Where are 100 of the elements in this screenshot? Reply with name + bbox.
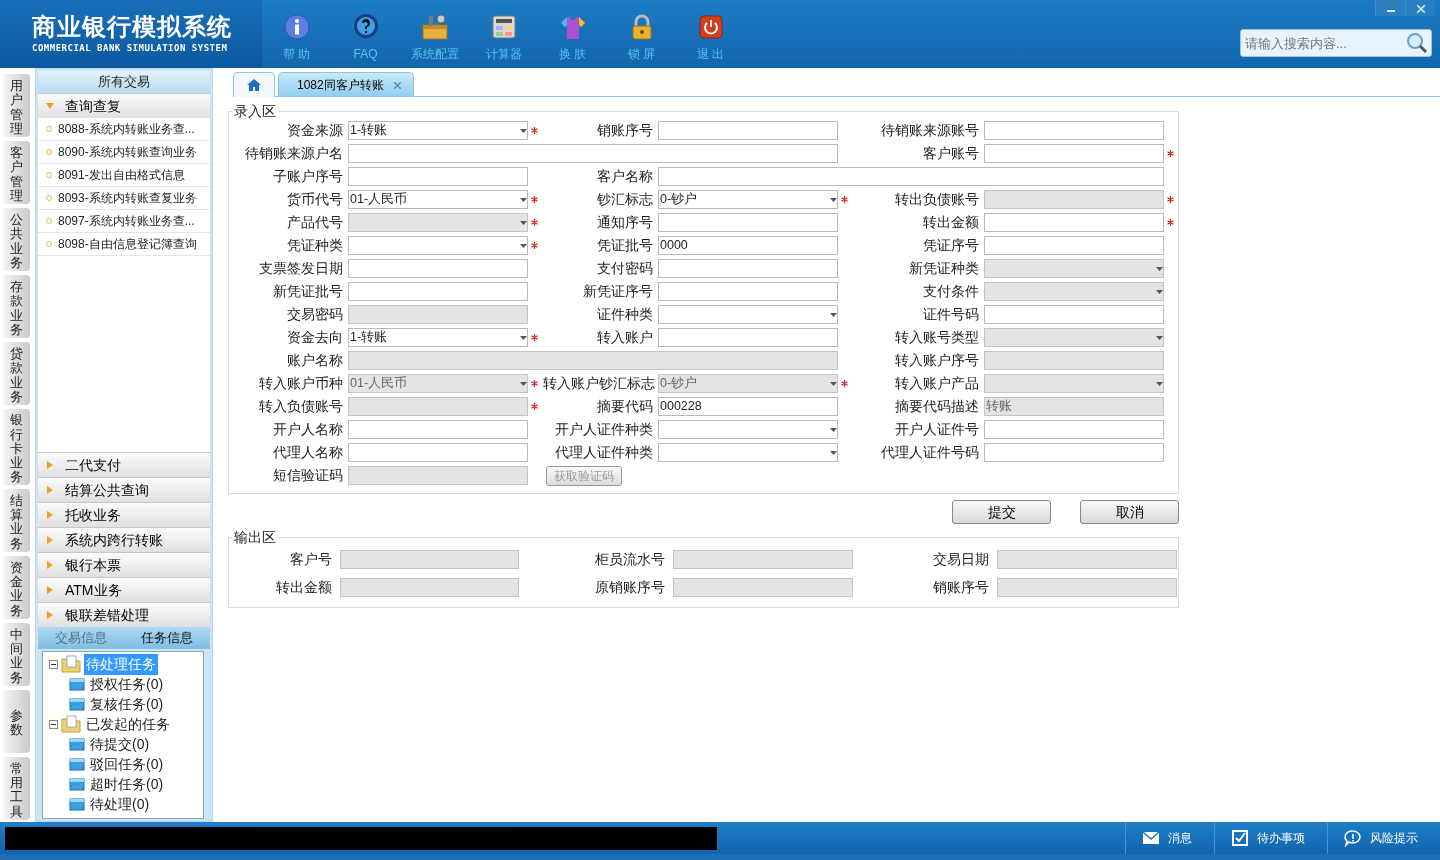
field-label: 摘要代码 — [596, 397, 654, 416]
dropdown-caret-icon — [1156, 381, 1163, 386]
text-field[interactable] — [984, 305, 1164, 324]
minimize-button[interactable] — [1375, 0, 1405, 16]
dropdown-field[interactable]: 1-转账 — [348, 328, 528, 347]
text-field[interactable] — [658, 167, 1164, 186]
text-field[interactable] — [348, 259, 528, 278]
dropdown-field[interactable]: 01-人民币 — [348, 190, 528, 209]
dropdown-caret-icon — [830, 427, 837, 432]
side-tab[interactable]: 公共业务 — [3, 208, 30, 272]
field-label: 新凭证序号 — [582, 282, 654, 301]
accordion-header[interactable]: 托收业务 — [38, 502, 210, 527]
tree-item[interactable]: 授权任务(0) — [88, 673, 166, 695]
action-button[interactable]: 提交 — [952, 500, 1051, 524]
app-title: 商业银行模拟系统 — [32, 12, 233, 42]
field-label: 销账序号 — [932, 577, 990, 597]
section-legend: 输出区 — [232, 529, 278, 545]
folder-icon — [69, 677, 85, 691]
text-field[interactable] — [348, 420, 528, 439]
field-label: 凭证批号 — [596, 236, 654, 255]
field-label: 交易日期 — [932, 549, 990, 569]
text-field[interactable] — [984, 443, 1164, 462]
side-tab[interactable]: 用户管理 — [3, 74, 30, 138]
field-label: 转入账户产品 — [894, 374, 980, 393]
side-tab[interactable]: 客户管理 — [3, 141, 30, 205]
field-label: 账户名称 — [286, 351, 344, 370]
side-tab[interactable]: 贷款业务 — [3, 342, 30, 406]
side-tab[interactable]: 存款业务 — [3, 275, 30, 339]
side-tab[interactable]: 结算业务 — [3, 488, 30, 552]
tree-item[interactable]: 待处理(0) — [88, 793, 152, 815]
accordion-header[interactable]: 银行本票 — [38, 552, 210, 577]
tree-item[interactable]: 复核任务(0) — [88, 693, 166, 715]
folder-icon — [69, 737, 85, 751]
collapse-toggle-icon[interactable] — [49, 719, 58, 729]
accordion-header[interactable]: ATM业务 — [38, 577, 210, 602]
field-label: 开户人名称 — [272, 420, 344, 439]
dropdown-field[interactable] — [658, 305, 838, 324]
text-field[interactable] — [984, 144, 1164, 163]
side-tab[interactable]: 资金业务 — [3, 555, 30, 619]
home-icon — [246, 78, 262, 92]
text-field[interactable] — [348, 144, 838, 163]
field-label: 支票签发日期 — [258, 259, 344, 278]
status-button[interactable]: 消息 — [1125, 822, 1214, 854]
text-field[interactable] — [658, 121, 838, 140]
dropdown-caret-icon — [520, 243, 527, 248]
side-tab[interactable]: 中间业务 — [3, 622, 30, 686]
side-tab[interactable]: 银行卡业务 — [3, 409, 30, 485]
search-icon[interactable] — [1406, 32, 1428, 54]
dropdown-field[interactable] — [348, 236, 528, 255]
text-field[interactable] — [348, 282, 528, 301]
action-button[interactable]: 取消 — [1080, 500, 1179, 524]
tree-item[interactable]: 驳回任务(0) — [88, 753, 166, 775]
side-tab[interactable]: 参数 — [3, 689, 30, 753]
dropdown-field[interactable] — [658, 443, 838, 462]
field-label: 待销账来源账号 — [880, 121, 980, 140]
close-icon[interactable] — [393, 81, 401, 89]
dropdown-caret-icon — [520, 335, 527, 340]
status-button[interactable]: 风险提示 — [1327, 822, 1440, 854]
dropdown-field[interactable] — [658, 420, 838, 439]
text-field[interactable] — [658, 282, 838, 301]
dropdown-caret-icon — [520, 381, 527, 386]
accordion-header[interactable]: 查询查复 — [38, 93, 210, 118]
text-field[interactable] — [658, 328, 838, 347]
field-label: 资金来源 — [286, 121, 344, 140]
side-tab[interactable]: 常用工具 — [3, 756, 30, 820]
text-field[interactable] — [348, 443, 528, 462]
field-label: 转入账户序号 — [894, 351, 980, 370]
dropdown-field[interactable]: 1-转账 — [348, 121, 528, 140]
panel-tab[interactable]: 任务信息 — [124, 627, 210, 649]
text-field[interactable] — [984, 420, 1164, 439]
text-field[interactable] — [658, 259, 838, 278]
close-button[interactable] — [1405, 0, 1435, 16]
field-label: 凭证序号 — [922, 236, 980, 255]
text-field[interactable] — [984, 213, 1164, 232]
accordion-header[interactable]: 结算公共查询 — [38, 477, 210, 502]
dropdown-caret-icon — [1156, 289, 1163, 294]
tree-item[interactable]: 待提交(0) — [88, 733, 152, 755]
envelope-icon — [1142, 829, 1160, 847]
accordion-header[interactable]: 系统内跨行转账 — [38, 527, 210, 552]
text-field[interactable]: 0000 — [658, 236, 838, 255]
field-label: 转入账户钞汇标志 — [543, 374, 656, 393]
tree-item[interactable]: 已发起的任务 — [84, 713, 172, 735]
page-tab[interactable]: 1082同客户转账 — [278, 72, 414, 97]
dropdown-caret-icon — [520, 220, 527, 225]
text-field[interactable] — [658, 213, 838, 232]
home-tab[interactable] — [233, 72, 275, 97]
accordion-header[interactable]: 二代支付 — [38, 452, 210, 477]
accordion-header[interactable]: 银联差错处理 — [38, 602, 210, 627]
text-field[interactable] — [984, 121, 1164, 140]
collapse-toggle-icon[interactable] — [49, 659, 58, 669]
dropdown-field[interactable]: 0-钞户 — [658, 190, 838, 209]
status-button[interactable]: 待办事项 — [1214, 822, 1327, 854]
text-field[interactable] — [348, 167, 528, 186]
field-label: 转出金额 — [275, 577, 333, 597]
text-field[interactable]: 000228 — [658, 397, 838, 416]
text-field[interactable] — [984, 236, 1164, 255]
folder-icon — [69, 697, 85, 711]
field-label: 交易密码 — [286, 305, 344, 324]
tree-item[interactable]: 超时任务(0) — [88, 773, 166, 795]
search-field[interactable]: 请输入搜索内容... — [1240, 29, 1432, 57]
